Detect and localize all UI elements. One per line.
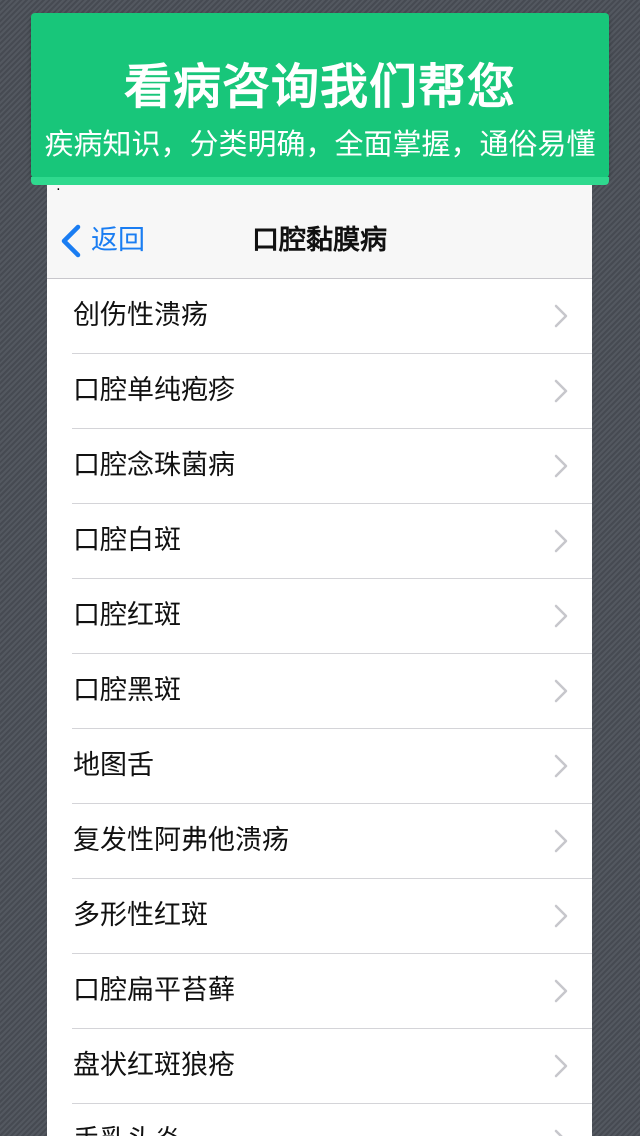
list-item[interactable]: 盘状红斑狼疮 — [47, 1029, 592, 1104]
disease-list: 创伤性溃疡口腔单纯疱疹 口腔念珠菌病 口腔白斑口腔红斑口腔黑斑地图舌复发性阿弗他溃疡… — [47, 279, 592, 1136]
list-item[interactable]: 口腔扁平苔藓 — [47, 954, 592, 1029]
promo-banner: 看病咨询我们帮您 疾病知识，分类明确，全面掌握，通俗易懂 — [31, 13, 609, 185]
list-item-label: 手乳头炎 — [73, 1121, 181, 1136]
chevron-right-icon — [554, 529, 568, 553]
list-item-label: 口腔黑斑 — [73, 675, 181, 706]
chevron-right-icon — [554, 304, 568, 328]
list-item[interactable]: 口腔红斑 — [47, 579, 592, 654]
banner-subtitle: 疾病知识，分类明确，全面掌握，通俗易懂 — [44, 127, 596, 161]
page-title: 口腔黏膜病 — [252, 225, 387, 256]
list-item[interactable]: 口腔黑斑 — [47, 654, 592, 729]
phone-screen: : 返回 口腔黏膜病 创伤性溃疡 口腔单纯疱疹 口腔念珠菌病 口腔白斑 口腔红斑 口腔黑斑… — [47, 171, 592, 1136]
list-item-label: 创伤性溃疡 — [73, 300, 208, 331]
banner-accent-strip — [31, 177, 609, 185]
chevron-right-icon — [554, 754, 568, 778]
list-item-label: 口腔红斑 — [73, 600, 181, 631]
list-item-label: 口腔单纯疱疹 — [73, 375, 235, 406]
chevron-right-icon — [554, 1129, 568, 1136]
list-item-label: 地图舌 — [73, 750, 154, 781]
chevron-right-icon — [554, 454, 568, 478]
list-item-label: 盘状红斑狼疮 — [73, 1050, 235, 1081]
list-item[interactable]: 多形性红斑 — [47, 879, 592, 954]
list-item[interactable]: 创伤性溃疡 — [47, 279, 592, 354]
chevron-right-icon — [554, 829, 568, 853]
list-item-label: 口腔扁平苔藓 — [73, 975, 235, 1006]
list-item-label: 口腔念珠菌病 — [73, 450, 235, 481]
list-item-label: 复发性阿弗他溃疡 — [73, 825, 289, 856]
list-item[interactable]: 口腔白斑 — [47, 504, 592, 579]
chevron-right-icon — [554, 604, 568, 628]
chevron-right-icon — [554, 904, 568, 928]
chevron-right-icon — [554, 679, 568, 703]
list-item[interactable]: 复发性阿弗他溃疡 — [47, 804, 592, 879]
list-item[interactable]: 手乳头炎 — [47, 1104, 592, 1136]
navigation-bar: 返回 口腔黏膜病 — [47, 203, 592, 279]
list-item-label: 多形性红斑 — [73, 900, 208, 931]
chevron-right-icon — [554, 979, 568, 1003]
list-item[interactable]: 地图舌 — [47, 729, 592, 804]
list-item[interactable]: 口腔念珠菌病 — [47, 429, 592, 504]
list-item[interactable]: 口腔单纯疱疹 — [47, 354, 592, 429]
list-item-label: 口腔白斑 — [73, 525, 181, 556]
chevron-right-icon — [554, 379, 568, 403]
chevron-right-icon — [554, 1054, 568, 1078]
banner-title: 看病咨询我们帮您 — [123, 59, 516, 115]
